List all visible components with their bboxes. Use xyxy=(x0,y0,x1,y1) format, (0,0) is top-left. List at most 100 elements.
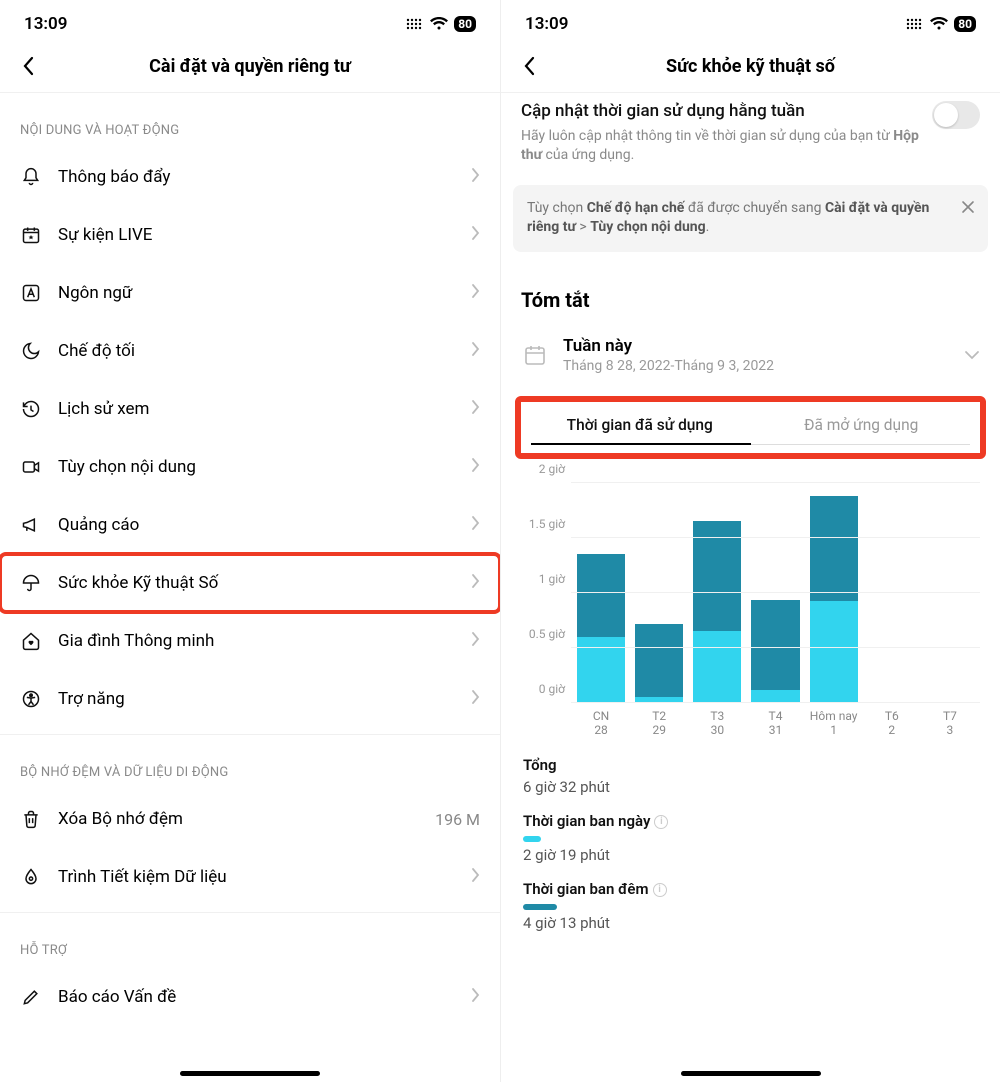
left-phone: 13:09 80 Cài đặt và quyền riêng tư NỘI D… xyxy=(0,0,500,1082)
settings-item-umbrella[interactable]: Sức khỏe Kỹ thuật Số xyxy=(0,554,500,612)
x-tick: T73 xyxy=(926,709,974,738)
info-icon[interactable]: i xyxy=(654,815,668,829)
y-tick: 1 giờ xyxy=(521,572,565,586)
daytime-value: 2 giờ 19 phút xyxy=(523,846,978,864)
signal-icon xyxy=(906,15,924,34)
settings-item-drop[interactable]: Trình Tiết kiệm Dữ liệu xyxy=(0,848,500,906)
daytime-row: Thời gian ban ngàyi 2 giờ 19 phút xyxy=(523,812,978,864)
bar xyxy=(577,554,625,703)
section-header-support: HỖ TRỢ xyxy=(0,913,500,968)
wifi-icon xyxy=(930,15,948,34)
week-range: Tháng 8 28, 2022-Tháng 9 3, 2022 xyxy=(563,358,774,374)
umbrella-icon xyxy=(20,572,42,594)
close-icon[interactable] xyxy=(958,197,978,217)
weekly-update-toggle[interactable] xyxy=(932,101,980,129)
item-label: Sự kiện LIVE xyxy=(58,225,455,245)
weekly-update-block: Cập nhật thời gian sử dụng hằng tuần Hãy… xyxy=(501,93,1000,177)
back-button[interactable] xyxy=(16,54,40,78)
y-tick: 0 giờ xyxy=(521,682,565,696)
x-tick: T431 xyxy=(751,709,799,738)
daytime-bar xyxy=(523,836,541,842)
settings-item-letter-a[interactable]: Ngôn ngữ xyxy=(0,264,500,322)
item-label: Tùy chọn nội dung xyxy=(58,457,455,477)
status-time: 13:09 xyxy=(525,14,568,34)
letter-a-icon xyxy=(20,282,42,304)
chevron-right-icon xyxy=(471,631,480,651)
back-button[interactable] xyxy=(517,54,541,78)
chevron-right-icon xyxy=(471,399,480,419)
status-bar: 13:09 80 xyxy=(501,0,1000,44)
tabs-container: Thời gian đã sử dụng Đã mở ứng dụng xyxy=(517,398,984,457)
section-header-content: NỘI DUNG VÀ HOẠT ĐỘNG xyxy=(0,93,500,148)
chevron-right-icon xyxy=(471,689,480,709)
x-tick: T330 xyxy=(693,709,741,738)
bar xyxy=(693,521,741,703)
chevron-right-icon xyxy=(471,515,480,535)
week-label: Tuần này xyxy=(563,336,774,356)
item-label: Chế độ tối xyxy=(58,341,455,361)
status-time: 13:09 xyxy=(24,14,67,34)
chevron-right-icon xyxy=(471,573,480,593)
chevron-right-icon xyxy=(471,283,480,303)
tab-app-opened[interactable]: Đã mở ứng dụng xyxy=(751,412,973,444)
status-icons: 80 xyxy=(406,15,476,34)
x-tick: CN28 xyxy=(577,709,625,738)
x-tick: T62 xyxy=(868,709,916,738)
battery-icon: 80 xyxy=(954,16,976,32)
moon-icon xyxy=(20,340,42,362)
bell-icon xyxy=(20,166,42,188)
nighttime-bar xyxy=(523,904,557,910)
status-bar: 13:09 80 xyxy=(0,0,500,44)
settings-item-moon[interactable]: Chế độ tối xyxy=(0,322,500,380)
home-indicator[interactable] xyxy=(180,1071,320,1076)
item-label: Xóa Bộ nhớ đệm xyxy=(58,809,419,829)
settings-item-history[interactable]: Lịch sử xem xyxy=(0,380,500,438)
weekly-update-title: Cập nhật thời gian sử dụng hằng tuần xyxy=(521,101,920,121)
drop-icon xyxy=(20,866,42,888)
total-value: 6 giờ 32 phút xyxy=(523,778,978,796)
item-label: Trợ năng xyxy=(58,689,455,709)
settings-item-pen[interactable]: Báo cáo Vấn đề xyxy=(0,968,500,1026)
item-value: 196 M xyxy=(435,810,480,829)
bar xyxy=(810,496,858,703)
home-indicator[interactable] xyxy=(681,1071,821,1076)
item-label: Trình Tiết kiệm Dữ liệu xyxy=(58,867,455,887)
home-heart-icon xyxy=(20,630,42,652)
item-label: Quảng cáo xyxy=(58,515,455,535)
battery-icon: 80 xyxy=(454,16,476,32)
settings-item-accessibility[interactable]: Trợ năng xyxy=(0,670,500,728)
accessibility-icon xyxy=(20,688,42,710)
settings-item-bell[interactable]: Thông báo đẩy xyxy=(0,148,500,206)
settings-item-trash[interactable]: Xóa Bộ nhớ đệm 196 M xyxy=(0,790,500,848)
section-header-cache: BỘ NHỚ ĐỆM VÀ DỮ LIỆU DI ĐỘNG xyxy=(0,735,500,790)
chevron-down-icon xyxy=(964,345,980,364)
chevron-right-icon xyxy=(471,225,480,245)
settings-item-megaphone[interactable]: Quảng cáo xyxy=(0,496,500,554)
total-row: Tổng 6 giờ 32 phút xyxy=(523,756,978,796)
item-label: Thông báo đẩy xyxy=(58,167,455,187)
bar xyxy=(751,600,799,703)
megaphone-icon xyxy=(20,514,42,536)
chevron-right-icon xyxy=(471,987,480,1007)
settings-item-calendar-star[interactable]: Sự kiện LIVE xyxy=(0,206,500,264)
summary-title: Tóm tắt xyxy=(521,288,980,312)
y-tick: 2 giờ xyxy=(521,462,565,476)
page-title: Cài đặt và quyền riêng tư xyxy=(0,56,500,77)
bar xyxy=(635,624,683,703)
info-icon[interactable]: i xyxy=(653,883,667,897)
tab-time-spent[interactable]: Thời gian đã sử dụng xyxy=(529,412,751,444)
settings-item-video[interactable]: Tùy chọn nội dung xyxy=(0,438,500,496)
usage-chart: 0 giờ0.5 giờ1 giờ1.5 giờ2 giờ CN28T229T3… xyxy=(501,461,1000,738)
nighttime-label: Thời gian ban đêmi xyxy=(523,880,978,898)
history-icon xyxy=(20,398,42,420)
y-tick: 1.5 giờ xyxy=(521,517,565,531)
chevron-right-icon xyxy=(471,867,480,887)
signal-icon xyxy=(406,15,424,34)
calendar-icon xyxy=(521,341,549,369)
settings-item-home-heart[interactable]: Gia đình Thông minh xyxy=(0,612,500,670)
item-label: Lịch sử xem xyxy=(58,399,455,419)
week-selector[interactable]: Tuần này Tháng 8 28, 2022-Tháng 9 3, 202… xyxy=(501,326,1000,380)
weekly-update-desc: Hãy luôn cập nhật thông tin về thời gian… xyxy=(521,127,920,165)
chevron-right-icon xyxy=(471,341,480,361)
video-icon xyxy=(20,456,42,478)
